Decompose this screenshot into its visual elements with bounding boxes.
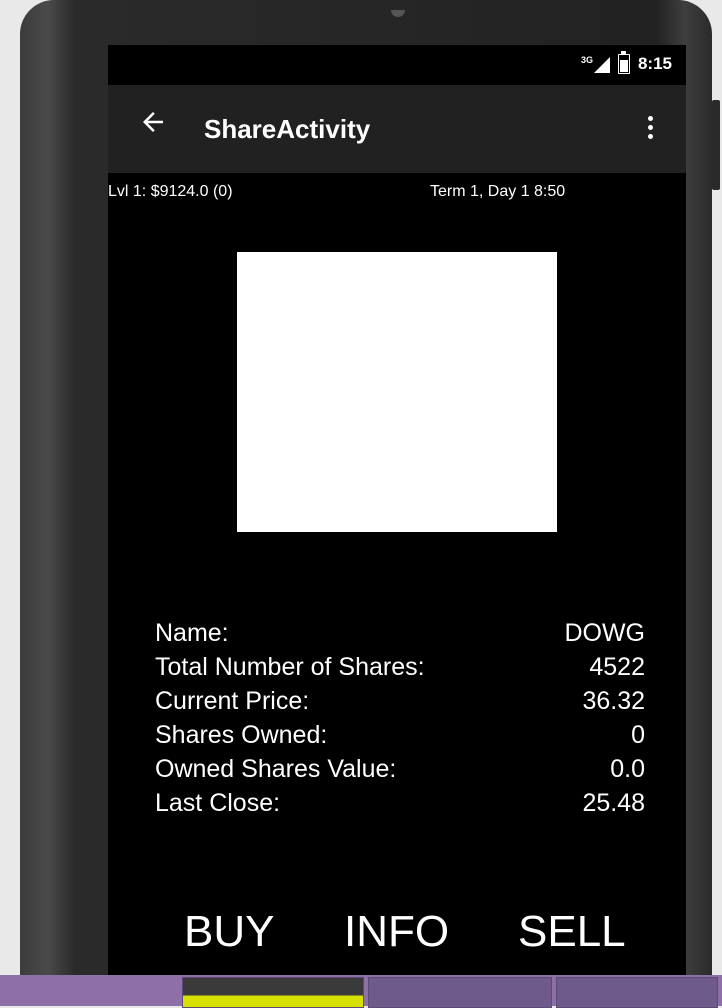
detail-label: Last Close:	[155, 789, 281, 817]
detail-row-shares-owned: Shares Owned: 0	[155, 721, 645, 755]
phone-screen: 3G 8:15 ShareActivity Lvl 1: $9124.0 (0)…	[108, 45, 686, 975]
sell-button[interactable]: SELL	[518, 907, 626, 975]
device-power-button	[712, 100, 720, 190]
status-time: 8:15	[637, 54, 672, 73]
detail-row-current-price: Current Price: 36.32	[155, 687, 645, 721]
detail-value: 0	[631, 721, 645, 749]
network-type-label: 3G	[580, 54, 593, 65]
status-bar: 3G 8:15	[108, 45, 686, 85]
detail-value: DOWG	[564, 619, 645, 647]
game-status-line: Lvl 1: $9124.0 (0) Term 1, Day 1 8:50	[108, 180, 686, 204]
arrow-left-icon[interactable]	[138, 107, 174, 143]
taskbar-item[interactable]	[556, 977, 718, 1008]
host-taskbar	[0, 975, 722, 1008]
app-bar: ShareActivity	[108, 85, 686, 173]
detail-value: 4522	[589, 653, 645, 681]
detail-label: Owned Shares Value:	[155, 755, 397, 783]
detail-label: Current Price:	[155, 687, 310, 715]
detail-label: Total Number of Shares:	[155, 653, 425, 681]
term-day-time-text: Term 1, Day 1 8:50	[430, 183, 566, 200]
page-title: ShareActivity	[204, 114, 371, 144]
detail-label: Name:	[155, 619, 229, 647]
detail-label: Shares Owned:	[155, 721, 328, 749]
share-chart-area	[237, 252, 557, 532]
detail-value: 0.0	[610, 755, 645, 783]
detail-row-last-close: Last Close: 25.48	[155, 789, 645, 823]
detail-row-owned-value: Owned Shares Value: 0.0	[155, 755, 645, 789]
status-icons: 3G 8:15	[580, 51, 672, 74]
taskbar-item[interactable]	[368, 977, 552, 1008]
detail-row-name: Name: DOWG	[155, 619, 645, 653]
buy-button[interactable]: BUY	[184, 907, 274, 975]
taskbar-item[interactable]	[182, 977, 364, 1008]
device-side-button	[76, 200, 82, 390]
emulator-device-frame: 3G 8:15 ShareActivity Lvl 1: $9124.0 (0)…	[20, 0, 720, 1006]
device-speaker	[391, 10, 405, 17]
detail-value: 36.32	[582, 687, 645, 715]
detail-value: 25.48	[582, 789, 645, 817]
battery-icon	[617, 51, 630, 74]
level-balance-text: Lvl 1: $9124.0 (0)	[108, 183, 233, 200]
share-details: Name: DOWG Total Number of Shares: 4522 …	[155, 619, 645, 823]
action-buttons: BUY INFO SELL	[108, 907, 686, 975]
detail-row-total-shares: Total Number of Shares: 4522	[155, 653, 645, 687]
overflow-menu-icon[interactable]	[635, 107, 665, 147]
signal-icon: 3G	[580, 54, 610, 73]
info-button[interactable]: INFO	[344, 907, 449, 975]
